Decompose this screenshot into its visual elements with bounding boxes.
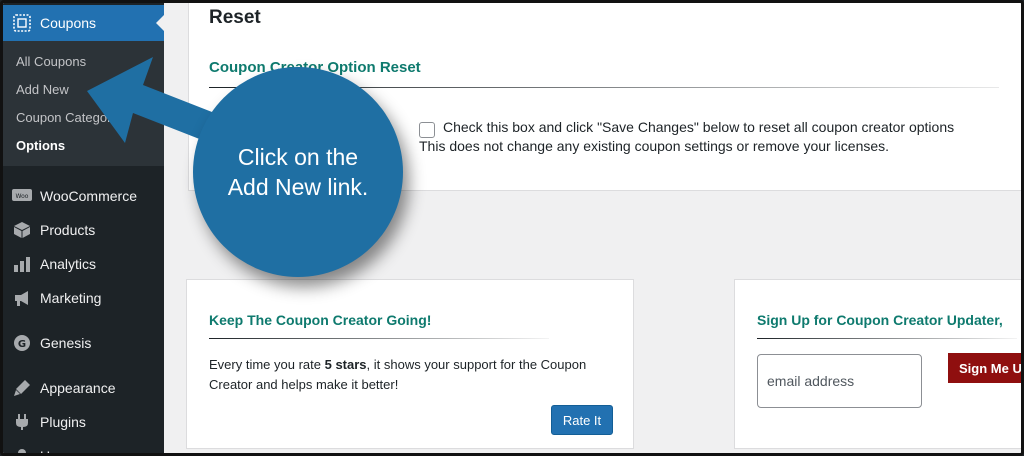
screenshot-frame: Coupons All Coupons Add New Coupon Categ… [0,0,1024,456]
sidebar-item-analytics[interactable]: Analytics [3,247,164,281]
sidebar-item-label: Genesis [40,335,92,351]
sidebar-item-users[interactable]: Users [3,439,164,456]
signup-card: Sign Up for Coupon Creator Updater, emai… [734,279,1021,449]
sidebar-item-label: Marketing [40,290,102,306]
keep-going-text: Every time you rate 5 stars, it shows yo… [209,355,619,395]
marketing-icon [12,288,32,308]
submenu-all-coupons[interactable]: All Coupons [3,52,164,80]
sidebar-item-label: WooCommerce [40,188,137,204]
sign-me-up-button[interactable]: Sign Me Up [948,353,1021,383]
sidebar-item-products[interactable]: Products [3,213,164,247]
submenu-coupon-categories[interactable]: Coupon Categories [3,108,164,136]
coupons-submenu: All Coupons Add New Coupon Categories Op… [3,41,164,166]
sidebar-item-label: Plugins [40,414,86,430]
divider [757,338,1017,339]
keep-going-card: Keep The Coupon Creator Going! Every tim… [186,279,634,449]
rate-text-bold: 5 stars [324,357,367,372]
callout-bubble: Click on the Add New link. [193,67,403,277]
keep-going-title: Keep The Coupon Creator Going! [209,312,432,328]
sidebar-item-label: Analytics [40,256,97,272]
coupon-icon [12,13,32,33]
sidebar-item-appearance[interactable]: Appearance [3,371,164,405]
callout-text: Click on the Add New link. [227,144,369,200]
genesis-icon: G [12,333,32,353]
products-icon [12,220,32,240]
reset-checkbox-label: Check this box and click "Save Changes" … [443,119,955,135]
users-icon [12,446,32,453]
rate-it-button[interactable]: Rate It [551,405,613,435]
admin-sidebar: Coupons All Coupons Add New Coupon Categ… [3,3,164,456]
current-menu-arrow [156,15,164,31]
sidebar-item-label: Products [40,222,96,238]
sidebar-item-label: Coupons [40,15,97,31]
submenu-options[interactable]: Options [3,136,164,164]
reset-title: Reset [209,7,261,28]
sidebar-item-plugins[interactable]: Plugins [3,405,164,439]
sidebar-item-coupons[interactable]: Coupons [3,5,164,41]
plugins-icon [12,412,32,432]
woo-icon: Woo [12,186,32,206]
sidebar-item-label: Users [40,448,77,456]
svg-text:Woo: Woo [16,193,29,200]
appearance-icon [12,378,32,398]
submenu-add-new[interactable]: Add New [3,80,164,108]
signup-title: Sign Up for Coupon Creator Updater, [757,312,1003,328]
reset-options-checkbox[interactable] [419,122,435,138]
rate-text-before: Every time you rate [209,357,325,372]
email-field[interactable]: email address [757,354,922,408]
sidebar-item-label: Appearance [40,380,116,396]
analytics-icon [12,254,32,274]
reset-note: This does not change any existing coupon… [419,138,890,154]
sidebar-item-marketing[interactable]: Marketing [3,281,164,315]
svg-text:G: G [18,339,26,350]
sidebar-item-woocommerce[interactable]: Woo WooCommerce [3,179,164,213]
sidebar-item-genesis[interactable]: G Genesis [3,326,164,360]
divider [209,338,549,339]
